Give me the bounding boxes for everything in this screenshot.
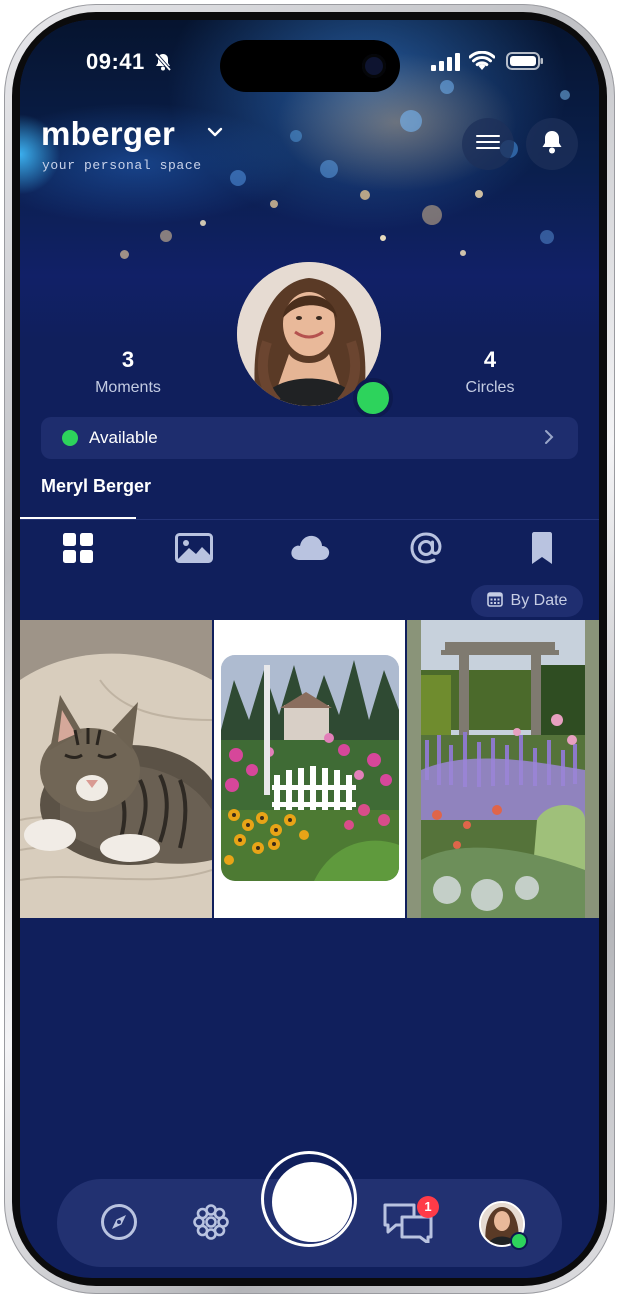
tabs-divider: [20, 519, 599, 520]
wifi-icon: [468, 50, 496, 76]
tab-mentions[interactable]: [368, 525, 484, 575]
moment-tile[interactable]: [407, 620, 599, 918]
status-dot: [62, 430, 78, 446]
moments-grid: [20, 620, 599, 918]
status-bar: 09:41: [20, 20, 599, 104]
explore-button[interactable]: [95, 1200, 143, 1248]
circles-button[interactable]: [187, 1200, 235, 1248]
unread-badge: 1: [417, 1196, 439, 1218]
moment-tile[interactable]: [20, 620, 212, 918]
moment-tile[interactable]: [214, 620, 405, 918]
bell-icon: [540, 129, 564, 160]
sort-by-date-button[interactable]: By Date: [471, 585, 583, 617]
circles-label: Circles: [465, 379, 515, 396]
grid-icon: [63, 532, 93, 568]
calendar-icon: [486, 591, 503, 612]
garden-fence-photo: [214, 620, 405, 918]
flower-icon: [192, 1203, 230, 1246]
cellular-signal-icon: [431, 53, 461, 76]
capture-button[interactable]: [272, 1162, 352, 1242]
dynamic-island: [220, 40, 400, 92]
circles-count: 4: [483, 347, 497, 372]
availability-status[interactable]: Available: [41, 417, 578, 459]
online-indicator: [353, 378, 393, 418]
at-icon: [409, 531, 443, 570]
image-icon: [175, 532, 213, 568]
sort-label: By Date: [510, 592, 568, 609]
tab-saved[interactable]: [484, 525, 599, 575]
active-tab-indicator: [20, 517, 136, 519]
bookmark-icon: [531, 531, 553, 569]
battery-icon: [506, 52, 544, 75]
online-indicator-small: [510, 1232, 528, 1250]
username: mberger: [41, 115, 176, 152]
chevron-right-icon: [544, 429, 554, 450]
cat-photo: [20, 620, 212, 918]
moments-label: Moments: [95, 379, 161, 396]
profile-name: Meryl Berger: [41, 476, 152, 496]
tab-photos[interactable]: [136, 525, 252, 575]
tab-cloud[interactable]: [252, 525, 368, 575]
account-switcher[interactable]: mberger: [41, 115, 231, 155]
tagline: your personal space: [42, 158, 202, 173]
moments-count: 3: [121, 347, 135, 372]
stat-circles[interactable]: 4 Circles: [415, 347, 565, 397]
chevron-down-icon: [207, 125, 223, 143]
stat-moments[interactable]: 3 Moments: [53, 347, 203, 397]
menu-button[interactable]: [462, 118, 514, 170]
clock: 09:41: [86, 49, 145, 74]
silent-mode-icon: [153, 52, 173, 77]
app-screen: 09:41 mberger your personal space 3 Mome…: [20, 20, 599, 1278]
tab-grid[interactable]: [20, 525, 136, 575]
status-label: Available: [89, 428, 158, 447]
hamburger-icon: [476, 134, 500, 155]
front-camera: [362, 54, 386, 78]
compass-icon: [100, 1203, 138, 1246]
lavender-garden-photo: [407, 620, 599, 918]
cloud-icon: [290, 535, 330, 566]
notifications-button[interactable]: [526, 118, 578, 170]
